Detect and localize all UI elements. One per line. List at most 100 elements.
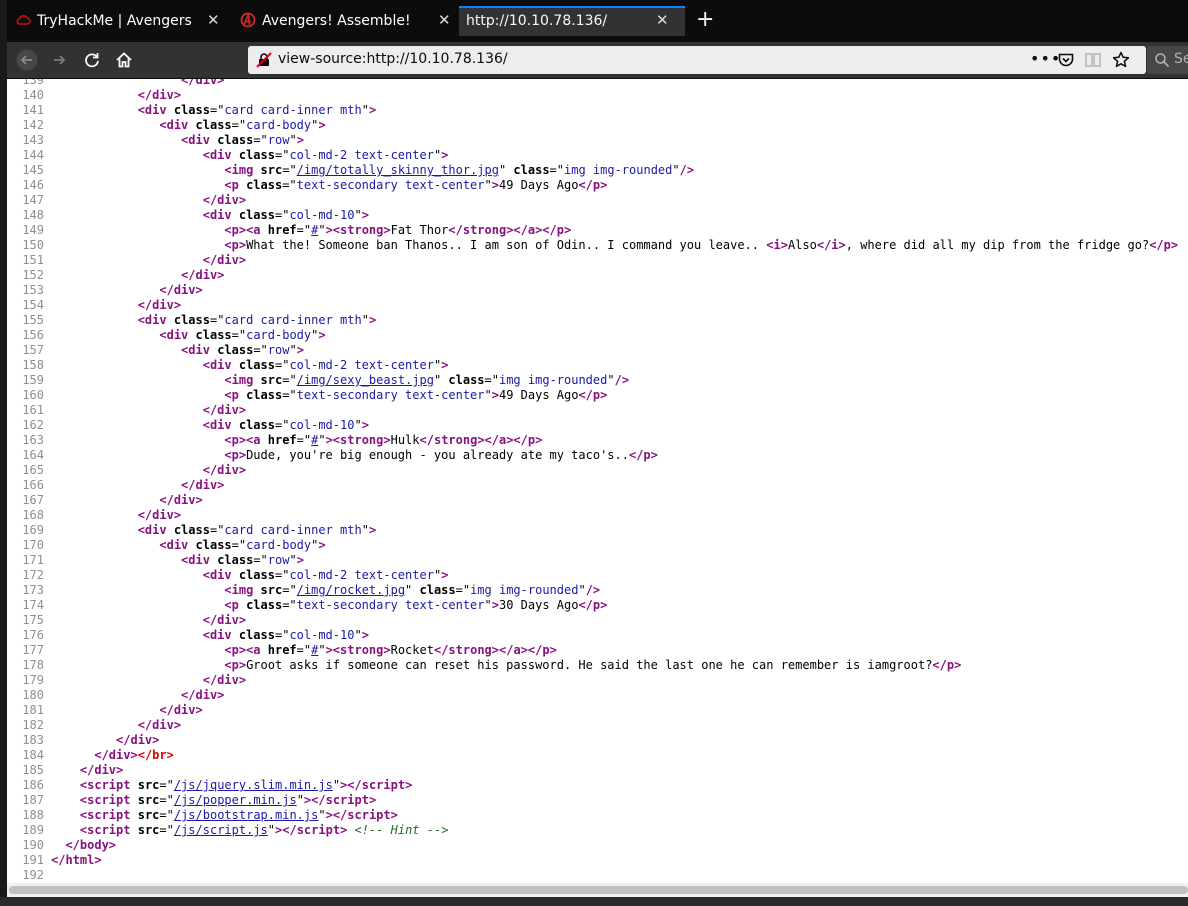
url-bar[interactable]: view-source:http://10.10.78.136/ ••• bbox=[248, 46, 1146, 74]
line-number: 161 bbox=[22, 403, 44, 417]
source-line: 169 <div class="card card-inner mth"> bbox=[7, 523, 376, 538]
line-number: 151 bbox=[22, 253, 44, 267]
back-button[interactable] bbox=[16, 49, 38, 71]
source-code: <div class="col-md-2 text-center"> bbox=[202, 568, 449, 582]
line-number: 147 bbox=[22, 193, 44, 207]
reload-button[interactable] bbox=[81, 49, 103, 71]
tab-avengers[interactable]: Avengers! Assemble! ✕ bbox=[233, 6, 457, 36]
source-code: <p>What the! Someone ban Thanos.. I am s… bbox=[224, 238, 1179, 252]
scrollbar-thumb[interactable] bbox=[9, 886, 1188, 894]
bookmark-star-icon[interactable] bbox=[1112, 51, 1130, 69]
source-line: 165 </div> bbox=[7, 463, 246, 478]
line-number: 189 bbox=[22, 823, 44, 837]
source-code: <script src="/js/popper.min.js"></script… bbox=[79, 793, 377, 807]
source-code: <p class="text-secondary text-center">30… bbox=[224, 598, 608, 612]
source-code: <div class="col-md-10"> bbox=[202, 418, 369, 432]
source-line: 144 <div class="col-md-2 text-center"> bbox=[7, 148, 448, 163]
search-input[interactable]: Se bbox=[1147, 46, 1188, 74]
source-line: 139 </div> bbox=[7, 79, 224, 88]
tab-tryhackme[interactable]: TryHackMe | Avengers Bl ✕ bbox=[7, 6, 229, 36]
line-number: 154 bbox=[22, 298, 44, 312]
source-code: </body> bbox=[65, 838, 117, 852]
line-number: 184 bbox=[22, 748, 44, 762]
line-number: 174 bbox=[22, 598, 44, 612]
source-link[interactable]: /js/script.js bbox=[174, 823, 268, 837]
source-line: 189 <script src="/js/script.js"></script… bbox=[7, 823, 448, 838]
source-link[interactable]: /js/jquery.slim.min.js bbox=[174, 778, 333, 792]
forward-button[interactable] bbox=[49, 49, 71, 71]
line-number: 178 bbox=[22, 658, 44, 672]
source-link[interactable]: /img/sexy_beast.jpg bbox=[297, 373, 434, 387]
url-text: view-source:http://10.10.78.136/ bbox=[278, 51, 508, 67]
source-code: </div> bbox=[181, 688, 225, 702]
view-source-content: 139 </div> 140 </div> 141 <div class="card… bbox=[7, 79, 1188, 883]
line-number: 175 bbox=[22, 613, 44, 627]
source-code: </div> bbox=[159, 493, 203, 507]
line-number: 177 bbox=[22, 643, 44, 657]
source-code: <div class="col-md-2 text-center"> bbox=[202, 358, 449, 372]
source-code: <div class="col-md-10"> bbox=[202, 208, 369, 222]
line-number: 171 bbox=[22, 553, 44, 567]
source-code: <script src="/js/script.js"></script> <!… bbox=[79, 823, 449, 837]
source-code: </html> bbox=[51, 853, 102, 867]
new-tab-icon[interactable]: + bbox=[696, 9, 714, 31]
line-number: 159 bbox=[22, 373, 44, 387]
line-number: 164 bbox=[22, 448, 44, 462]
source-line: 155 <div class="card card-inner mth"> bbox=[7, 313, 376, 328]
source-code: <div class="row"> bbox=[181, 553, 304, 567]
tab-source[interactable]: http://10.10.78.136/ ✕ bbox=[459, 6, 685, 36]
source-line: 143 <div class="row"> bbox=[7, 133, 304, 148]
source-link[interactable]: /js/popper.min.js bbox=[174, 793, 297, 807]
line-number: 158 bbox=[22, 358, 44, 372]
horizontal-scrollbar[interactable] bbox=[7, 883, 1188, 897]
line-number: 181 bbox=[22, 703, 44, 717]
home-button[interactable] bbox=[113, 49, 135, 71]
source-line: 150 <p>What the! Someone ban Thanos.. I … bbox=[7, 238, 1178, 253]
source-link[interactable]: # bbox=[311, 433, 318, 447]
source-code: </div> bbox=[159, 283, 203, 297]
source-link[interactable]: # bbox=[311, 223, 318, 237]
close-icon[interactable]: ✕ bbox=[438, 11, 451, 29]
line-number: 140 bbox=[22, 88, 44, 102]
source-code: <p><a href="#"><strong>Hulk</strong></a>… bbox=[224, 433, 543, 447]
source-line: 141 <div class="card card-inner mth"> bbox=[7, 103, 376, 118]
window-bottom-edge bbox=[0, 897, 1188, 906]
tab-title: http://10.10.78.136/ bbox=[466, 13, 608, 29]
tab-strip: TryHackMe | Avengers Bl ✕ Avengers! Asse… bbox=[7, 0, 1188, 42]
search-placeholder: Se bbox=[1174, 51, 1188, 67]
line-number: 143 bbox=[22, 133, 44, 147]
source-code: </div> bbox=[202, 463, 247, 477]
source-code: </div></br> bbox=[94, 748, 174, 762]
source-code: </div> bbox=[202, 193, 247, 207]
source-code: <p><a href="#"><strong>Rocket</strong></… bbox=[224, 643, 557, 657]
line-number: 167 bbox=[22, 493, 44, 507]
reader-view-icon[interactable] bbox=[1084, 51, 1102, 69]
line-number: 186 bbox=[22, 778, 44, 792]
pocket-icon[interactable] bbox=[1057, 51, 1075, 69]
source-line: 187 <script src="/js/popper.min.js"></sc… bbox=[7, 793, 376, 808]
line-number: 180 bbox=[22, 688, 44, 702]
line-number: 139 bbox=[22, 79, 44, 87]
source-link[interactable]: # bbox=[311, 643, 318, 657]
line-number: 188 bbox=[22, 808, 44, 822]
source-code: </div> bbox=[181, 79, 225, 87]
line-number: 144 bbox=[22, 148, 44, 162]
close-icon[interactable]: ✕ bbox=[207, 11, 220, 29]
close-icon[interactable]: ✕ bbox=[656, 11, 669, 29]
source-line: 185 </div> bbox=[7, 763, 123, 778]
line-number: 176 bbox=[22, 628, 44, 642]
source-line: 173 <img src="/img/rocket.jpg" class="im… bbox=[7, 583, 600, 598]
source-code: <div class="row"> bbox=[181, 343, 304, 357]
source-link[interactable]: /img/totally_skinny_thor.jpg bbox=[297, 163, 499, 177]
line-number: 168 bbox=[22, 508, 44, 522]
source-link[interactable]: /img/rocket.jpg bbox=[297, 583, 405, 597]
line-number: 185 bbox=[22, 763, 44, 777]
source-code: <div class="col-md-2 text-center"> bbox=[202, 148, 449, 162]
source-code: </div> bbox=[181, 478, 225, 492]
source-code: <div class="card-body"> bbox=[159, 118, 326, 132]
line-number: 152 bbox=[22, 268, 44, 282]
line-number: 165 bbox=[22, 463, 44, 477]
source-code: </div> bbox=[202, 403, 247, 417]
source-link[interactable]: /js/bootstrap.min.js bbox=[174, 808, 319, 822]
source-code: <div class="card card-inner mth"> bbox=[137, 103, 377, 117]
